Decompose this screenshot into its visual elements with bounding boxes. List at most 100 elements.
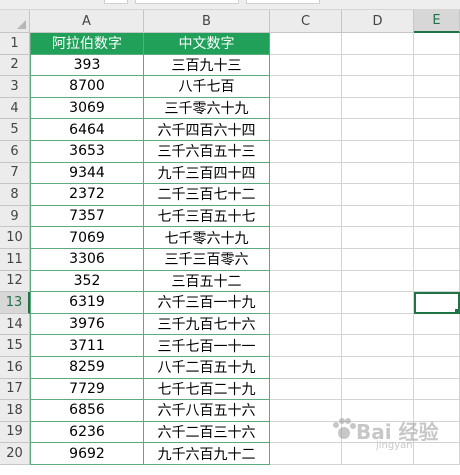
row-header-3[interactable]: 3 [0,76,30,98]
empty-cell-c[interactable] [270,33,342,55]
cell-arabic-number[interactable]: 393 [30,54,144,77]
empty-cell-c[interactable] [270,140,342,163]
empty-cell-d[interactable] [342,140,414,163]
empty-cell-c[interactable] [270,292,342,314]
empty-cell-c[interactable] [270,205,342,228]
empty-cell-d[interactable] [342,421,414,444]
cell-chinese-number[interactable]: 三百五十二 [144,270,270,293]
empty-cell-d[interactable] [342,443,414,465]
cell-arabic-number[interactable]: 7069 [30,227,144,249]
cell-arabic-number[interactable]: 3976 [30,313,144,336]
empty-cell-c[interactable] [270,313,342,336]
cell-arabic-number[interactable]: 8700 [30,76,144,98]
empty-cell-c[interactable] [270,162,342,185]
cell-arabic-number[interactable]: 3711 [30,335,144,357]
active-cell[interactable] [414,292,460,314]
cell-chinese-number[interactable]: 六千四百六十四 [144,119,270,141]
column-header-c[interactable]: C [270,10,342,33]
cell-chinese-number[interactable]: 七千零六十九 [144,227,270,249]
empty-cell-c[interactable] [270,443,342,465]
empty-cell-e[interactable] [414,227,460,249]
cell-chinese-number[interactable]: 三千零六十九 [144,97,270,120]
cell-chinese-number[interactable]: 三千六百五十三 [144,140,270,163]
empty-cell-e[interactable] [414,378,460,401]
empty-cell-c[interactable] [270,248,342,271]
cell-chinese-number[interactable]: 八千七百 [144,76,270,98]
row-header-5[interactable]: 5 [0,119,30,141]
cell-arabic-number[interactable]: 2372 [30,184,144,206]
row-header-18[interactable]: 18 [0,400,30,422]
empty-cell-e[interactable] [414,162,460,185]
empty-cell-e[interactable] [414,97,460,120]
empty-cell-d[interactable] [342,400,414,422]
row-header-20[interactable]: 20 [0,443,30,465]
row-header-11[interactable]: 11 [0,248,30,271]
empty-cell-e[interactable] [414,76,460,98]
empty-cell-d[interactable] [342,33,414,55]
cell-arabic-number[interactable]: 352 [30,270,144,293]
cell-chinese-number[interactable]: 六千八百五十六 [144,400,270,422]
cell-arabic-number[interactable]: 9344 [30,162,144,185]
empty-cell-e[interactable] [414,140,460,163]
cell-chinese-number[interactable]: 六千三百一十九 [144,292,270,314]
cell-arabic-number[interactable]: 7729 [30,378,144,401]
empty-cell-e[interactable] [414,400,460,422]
empty-cell-e[interactable] [414,335,460,357]
empty-cell-c[interactable] [270,400,342,422]
empty-cell-c[interactable] [270,227,342,249]
spreadsheet-grid[interactable]: A B C D E 1 阿拉伯数字 中文数字 2 393 三百九十三 3 8700 八千七百 4 3069 三千… [0,10,460,465]
cell-arabic-number[interactable]: 3069 [30,97,144,120]
row-header-16[interactable]: 16 [0,356,30,379]
empty-cell-d[interactable] [342,54,414,77]
empty-cell-e[interactable] [414,248,460,271]
cell-chinese-number[interactable]: 七千七百二十九 [144,378,270,401]
cell-chinese-number[interactable]: 二千三百七十二 [144,184,270,206]
empty-cell-e[interactable] [414,356,460,379]
empty-cell-c[interactable] [270,97,342,120]
table-header-chinese[interactable]: 中文数字 [144,33,270,55]
cell-arabic-number[interactable]: 6856 [30,400,144,422]
cell-chinese-number[interactable]: 三千九百七十六 [144,313,270,336]
empty-cell-d[interactable] [342,335,414,357]
row-header-7[interactable]: 7 [0,162,30,185]
row-header-12[interactable]: 12 [0,270,30,293]
empty-cell-e[interactable] [414,443,460,465]
cell-arabic-number[interactable]: 6464 [30,119,144,141]
empty-cell-d[interactable] [342,356,414,379]
empty-cell-e[interactable] [414,313,460,336]
cell-chinese-number[interactable]: 三千七百一十一 [144,335,270,357]
empty-cell-c[interactable] [270,270,342,293]
column-header-b[interactable]: B [144,10,270,33]
column-header-e[interactable]: E [414,10,460,33]
empty-cell-d[interactable] [342,162,414,185]
row-header-19[interactable]: 19 [0,421,30,444]
empty-cell-e[interactable] [414,33,460,55]
cell-arabic-number[interactable]: 6319 [30,292,144,314]
cell-chinese-number[interactable]: 八千二百五十九 [144,356,270,379]
empty-cell-e[interactable] [414,54,460,77]
empty-cell-e[interactable] [414,421,460,444]
cell-arabic-number[interactable]: 6236 [30,421,144,444]
empty-cell-c[interactable] [270,356,342,379]
row-header-14[interactable]: 14 [0,313,30,336]
cell-chinese-number[interactable]: 九千六百九十二 [144,443,270,465]
row-header-9[interactable]: 9 [0,205,30,228]
row-header-1[interactable]: 1 [0,33,30,55]
empty-cell-d[interactable] [342,378,414,401]
empty-cell-c[interactable] [270,421,342,444]
cell-chinese-number[interactable]: 七千三百五十七 [144,205,270,228]
empty-cell-d[interactable] [342,248,414,271]
cell-chinese-number[interactable]: 三百九十三 [144,54,270,77]
cell-chinese-number[interactable]: 六千二百三十六 [144,421,270,444]
empty-cell-e[interactable] [414,184,460,206]
empty-cell-e[interactable] [414,270,460,293]
row-header-2[interactable]: 2 [0,54,30,77]
cell-chinese-number[interactable]: 九千三百四十四 [144,162,270,185]
empty-cell-d[interactable] [342,270,414,293]
empty-cell-d[interactable] [342,292,414,314]
empty-cell-d[interactable] [342,184,414,206]
empty-cell-d[interactable] [342,119,414,141]
empty-cell-d[interactable] [342,76,414,98]
row-header-15[interactable]: 15 [0,335,30,357]
empty-cell-c[interactable] [270,76,342,98]
